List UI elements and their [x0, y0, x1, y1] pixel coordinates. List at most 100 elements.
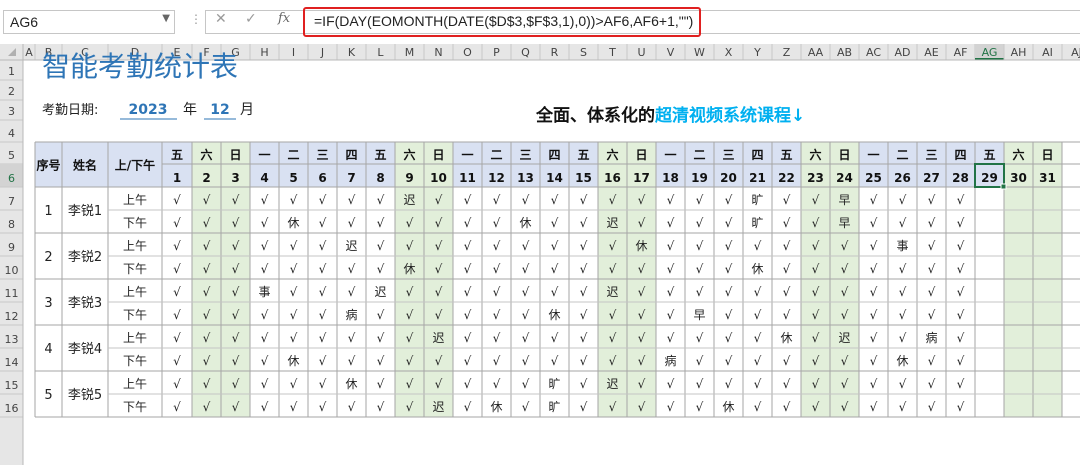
attendance-cell[interactable]: 休: [780, 331, 792, 345]
attendance-cell[interactable]: √: [348, 354, 356, 368]
attendance-cell[interactable]: √: [638, 262, 646, 276]
attendance-cell[interactable]: √: [348, 216, 356, 230]
attendance-cell[interactable]: √: [173, 331, 181, 345]
attendance-cell[interactable]: √: [783, 216, 791, 230]
attendance-cell[interactable]: √: [580, 354, 588, 368]
attendance-cell[interactable]: √: [435, 216, 443, 230]
row-number-3[interactable]: 3: [8, 105, 15, 118]
attendance-cell[interactable]: √: [580, 331, 588, 345]
attendance-cell[interactable]: √: [406, 400, 414, 414]
attendance-cell[interactable]: √: [754, 400, 762, 414]
attendance-cell[interactable]: √: [783, 262, 791, 276]
attendance-cell[interactable]: √: [870, 400, 878, 414]
attendance-cell[interactable]: √: [203, 377, 211, 391]
attendance-cell[interactable]: 早: [838, 193, 850, 207]
row-number-13[interactable]: 13: [5, 333, 19, 346]
spreadsheet-grid[interactable]: A B C D E F G H I J K L M N O P Q R S T U V W X Y Z AA AB AC AD AE AF AG…: [0, 44, 1080, 465]
attendance-cell[interactable]: √: [261, 239, 269, 253]
attendance-cell[interactable]: √: [783, 400, 791, 414]
attendance-cell[interactable]: 迟: [403, 193, 415, 207]
attendance-cell[interactable]: √: [173, 262, 181, 276]
attendance-cell[interactable]: √: [464, 216, 472, 230]
attendance-cell[interactable]: √: [464, 262, 472, 276]
attendance-cell[interactable]: √: [319, 285, 327, 299]
row-number-12[interactable]: 12: [5, 310, 19, 323]
name-box[interactable]: AG6 ▼: [3, 10, 175, 34]
attendance-cell[interactable]: √: [580, 193, 588, 207]
attendance-cell[interactable]: 休: [287, 216, 299, 230]
attendance-cell[interactable]: √: [580, 216, 588, 230]
attendance-cell[interactable]: √: [173, 193, 181, 207]
attendance-cell[interactable]: √: [493, 377, 501, 391]
attendance-cell[interactable]: √: [841, 262, 849, 276]
column-letter-z[interactable]: Z: [783, 46, 791, 59]
attendance-cell[interactable]: √: [290, 308, 298, 322]
attendance-cell[interactable]: √: [377, 331, 385, 345]
attendance-cell[interactable]: √: [406, 377, 414, 391]
attendance-cell[interactable]: √: [406, 354, 414, 368]
attendance-cell[interactable]: 事: [896, 239, 908, 253]
column-letter-aj[interactable]: AJ: [1071, 46, 1080, 59]
attendance-cell[interactable]: 旷: [751, 216, 763, 230]
attendance-cell[interactable]: √: [319, 308, 327, 322]
attendance-cell[interactable]: √: [464, 239, 472, 253]
column-letter-o[interactable]: O: [463, 46, 472, 59]
attendance-cell[interactable]: √: [638, 193, 646, 207]
attendance-cell[interactable]: √: [551, 239, 559, 253]
attendance-cell[interactable]: √: [957, 216, 965, 230]
column-letter-v[interactable]: V: [667, 46, 675, 59]
attendance-cell[interactable]: 休: [403, 262, 415, 276]
attendance-cell[interactable]: 迟: [606, 285, 618, 299]
attendance-cell[interactable]: √: [522, 193, 530, 207]
attendance-cell[interactable]: 迟: [606, 216, 618, 230]
attendance-cell[interactable]: 休: [490, 400, 502, 414]
attendance-cell[interactable]: √: [522, 239, 530, 253]
attendance-cell[interactable]: √: [203, 216, 211, 230]
attendance-cell[interactable]: √: [841, 308, 849, 322]
attendance-cell[interactable]: √: [319, 354, 327, 368]
attendance-cell[interactable]: 迟: [432, 331, 444, 345]
attendance-cell[interactable]: √: [551, 193, 559, 207]
attendance-cell[interactable]: √: [609, 193, 617, 207]
attendance-cell[interactable]: √: [899, 216, 907, 230]
attendance-cell[interactable]: √: [783, 354, 791, 368]
attendance-cell[interactable]: √: [580, 400, 588, 414]
month-value[interactable]: 12: [210, 102, 229, 118]
attendance-cell[interactable]: 事: [258, 285, 270, 299]
attendance-cell[interactable]: √: [173, 354, 181, 368]
attendance-cell[interactable]: √: [609, 308, 617, 322]
attendance-cell[interactable]: √: [928, 354, 936, 368]
column-letter-af[interactable]: AF: [954, 46, 968, 59]
attendance-cell[interactable]: √: [667, 285, 675, 299]
column-letter-aa[interactable]: AA: [808, 46, 824, 59]
column-letter-t[interactable]: T: [608, 46, 616, 59]
row-number-1[interactable]: 1: [8, 65, 15, 78]
attendance-cell[interactable]: √: [957, 354, 965, 368]
attendance-cell[interactable]: √: [203, 400, 211, 414]
attendance-cell[interactable]: √: [957, 262, 965, 276]
attendance-cell[interactable]: √: [232, 331, 240, 345]
row-number-2[interactable]: 2: [8, 85, 15, 98]
attendance-cell[interactable]: √: [406, 285, 414, 299]
attendance-cell[interactable]: √: [928, 308, 936, 322]
column-letter-u[interactable]: U: [637, 46, 645, 59]
column-letter-l[interactable]: L: [377, 46, 384, 59]
attendance-cell[interactable]: √: [899, 308, 907, 322]
attendance-cell[interactable]: √: [203, 239, 211, 253]
attendance-cell[interactable]: √: [667, 377, 675, 391]
column-letter-h[interactable]: H: [260, 46, 268, 59]
attendance-cell[interactable]: √: [203, 193, 211, 207]
attendance-cell[interactable]: √: [464, 354, 472, 368]
fill-handle[interactable]: [1000, 183, 1007, 190]
column-letter-w[interactable]: W: [694, 46, 705, 59]
attendance-cell[interactable]: √: [319, 193, 327, 207]
attendance-cell[interactable]: √: [290, 239, 298, 253]
attendance-cell[interactable]: √: [899, 193, 907, 207]
attendance-cell[interactable]: √: [173, 400, 181, 414]
attendance-cell[interactable]: √: [812, 216, 820, 230]
attendance-cell[interactable]: 迟: [606, 377, 618, 391]
attendance-cell[interactable]: √: [899, 400, 907, 414]
attendance-cell[interactable]: √: [464, 377, 472, 391]
attendance-cell[interactable]: √: [377, 377, 385, 391]
attendance-cell[interactable]: √: [290, 400, 298, 414]
